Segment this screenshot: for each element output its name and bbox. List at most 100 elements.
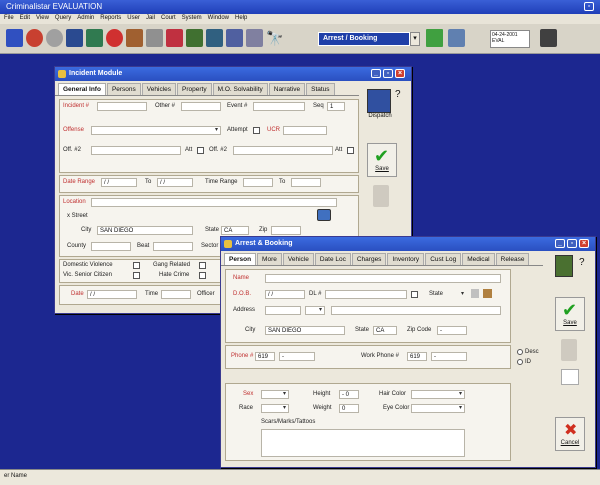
map-lookup-icon[interactable] bbox=[317, 209, 331, 221]
tab-inventory[interactable]: Inventory bbox=[387, 253, 425, 265]
close-icon[interactable]: × bbox=[395, 69, 405, 78]
address-dir-dropdown-icon[interactable]: ▾ bbox=[317, 307, 324, 314]
fingerprint-icon[interactable] bbox=[483, 289, 492, 298]
arrest-maximize-icon[interactable]: ▫ bbox=[567, 239, 577, 248]
arrest-zip-field[interactable]: - bbox=[437, 326, 467, 335]
date-to-field[interactable]: / / bbox=[157, 178, 193, 187]
time-to-field[interactable] bbox=[291, 178, 321, 187]
module-dropdown-icon[interactable]: ▾ bbox=[410, 32, 420, 46]
scars-field[interactable] bbox=[261, 429, 465, 457]
hair-dropdown-icon[interactable]: ▾ bbox=[457, 391, 464, 398]
tab-m-o-solvability[interactable]: M.O. Solvability bbox=[212, 83, 268, 95]
name-field[interactable] bbox=[265, 274, 501, 283]
gang-related-checkbox[interactable] bbox=[199, 262, 206, 269]
dispatch-icon[interactable] bbox=[367, 89, 391, 113]
address-number-field[interactable] bbox=[265, 306, 301, 315]
sex-dropdown-icon[interactable]: ▾ bbox=[281, 391, 288, 398]
arrest-help-icon[interactable]: ? bbox=[579, 257, 585, 268]
incident-save-button[interactable]: ✔ Save bbox=[367, 143, 397, 177]
race-dropdown-icon[interactable]: ▾ bbox=[281, 405, 288, 412]
phone-number-field[interactable]: - bbox=[279, 352, 315, 361]
offense-dropdown-icon[interactable]: ▾ bbox=[213, 127, 220, 134]
menu-item-query[interactable]: Query bbox=[55, 15, 71, 23]
att-checkbox[interactable] bbox=[197, 147, 204, 154]
time-from-field[interactable] bbox=[243, 178, 273, 187]
arrest-state-field[interactable]: CA bbox=[373, 326, 397, 335]
seq-field[interactable]: 1 bbox=[327, 102, 345, 111]
date-from-field[interactable]: / / bbox=[101, 178, 137, 187]
offense-field[interactable] bbox=[91, 126, 221, 135]
domestic-violence-checkbox[interactable] bbox=[133, 262, 140, 269]
att-2-checkbox[interactable] bbox=[347, 147, 354, 154]
height-field[interactable]: - 0 bbox=[339, 390, 359, 399]
tab-vehicles[interactable]: Vehicles bbox=[141, 83, 177, 95]
id-card-icon[interactable] bbox=[471, 289, 479, 298]
car-icon[interactable] bbox=[166, 29, 183, 47]
hate-crime-checkbox[interactable] bbox=[199, 272, 206, 279]
tab-charges[interactable]: Charges bbox=[351, 253, 387, 265]
person-icon[interactable] bbox=[26, 29, 43, 47]
id-radio[interactable] bbox=[517, 359, 523, 365]
menu-item-reports[interactable]: Reports bbox=[100, 15, 121, 23]
menu-item-help[interactable]: Help bbox=[235, 15, 247, 23]
maximize-icon[interactable]: ▫ bbox=[383, 69, 393, 78]
gavel-icon[interactable] bbox=[126, 29, 143, 47]
network-icon[interactable] bbox=[448, 29, 465, 47]
binoculars-icon[interactable]: 🔭 bbox=[266, 29, 283, 47]
menu-item-file[interactable]: File bbox=[4, 15, 14, 23]
people-icon[interactable] bbox=[6, 29, 23, 47]
calendar-icon[interactable] bbox=[426, 29, 443, 47]
dl-field[interactable] bbox=[325, 290, 407, 299]
help-icon[interactable]: ? bbox=[395, 89, 401, 100]
handcuffs-icon[interactable] bbox=[46, 29, 63, 47]
report-time-field[interactable] bbox=[161, 290, 191, 299]
attempt-checkbox[interactable] bbox=[253, 127, 260, 134]
tab-cust-log[interactable]: Cust Log bbox=[425, 253, 462, 265]
tab-release[interactable]: Release bbox=[495, 253, 530, 265]
dl-state-dropdown-icon[interactable]: ▾ bbox=[459, 291, 466, 298]
senior-citizen-checkbox[interactable] bbox=[133, 272, 140, 279]
menu-item-window[interactable]: Window bbox=[208, 15, 229, 23]
ucr-field[interactable] bbox=[283, 126, 327, 135]
menu-item-user[interactable]: User bbox=[127, 15, 140, 23]
arrest-cancel-button[interactable]: ✖ Cancel bbox=[555, 417, 585, 451]
tab-narrative[interactable]: Narrative bbox=[268, 83, 306, 95]
menu-item-edit[interactable]: Edit bbox=[20, 15, 30, 23]
app-close-icon[interactable]: ▫ bbox=[584, 2, 594, 11]
eye-dropdown-icon[interactable]: ▾ bbox=[457, 405, 464, 412]
tab-general-info[interactable]: General Info bbox=[58, 83, 106, 95]
menu-item-admin[interactable]: Admin bbox=[77, 15, 94, 23]
tab-more[interactable]: More bbox=[257, 253, 282, 265]
arrest-city-field[interactable]: SAN DIEGO bbox=[265, 326, 345, 335]
document-icon[interactable] bbox=[561, 369, 579, 385]
tab-date-loc[interactable]: Date Loc bbox=[314, 253, 351, 265]
tab-vehicle[interactable]: Vehicle bbox=[282, 253, 314, 265]
arrest-trash-icon[interactable] bbox=[561, 339, 577, 361]
work-phone-number-field[interactable]: - bbox=[431, 352, 467, 361]
badge-icon[interactable] bbox=[106, 29, 123, 47]
tab-status[interactable]: Status bbox=[306, 83, 335, 95]
arrest-minimize-icon[interactable]: _ bbox=[555, 239, 565, 248]
schedule-icon[interactable] bbox=[540, 29, 557, 47]
county-field[interactable] bbox=[91, 242, 131, 251]
city-field[interactable]: SAN DIEGO bbox=[97, 226, 193, 235]
menu-item-view[interactable]: View bbox=[36, 15, 49, 23]
menu-item-jail[interactable]: Jail bbox=[146, 15, 155, 23]
printer-icon[interactable] bbox=[146, 29, 163, 47]
arrest-save-button[interactable]: ✔ Save bbox=[555, 297, 585, 331]
weight-field[interactable]: 0 bbox=[339, 404, 359, 413]
tab-property[interactable]: Property bbox=[177, 83, 212, 95]
address-street-field[interactable] bbox=[331, 306, 501, 315]
mugshot-icon[interactable] bbox=[66, 29, 83, 47]
minimize-icon[interactable]: _ bbox=[371, 69, 381, 78]
desc-radio[interactable] bbox=[517, 349, 523, 355]
report-icon[interactable] bbox=[226, 29, 243, 47]
evidence-icon[interactable] bbox=[186, 29, 203, 47]
report-date-field[interactable]: / / bbox=[87, 290, 137, 299]
map-icon[interactable] bbox=[206, 29, 223, 47]
tab-person[interactable]: Person bbox=[224, 253, 257, 265]
trash-icon[interactable] bbox=[373, 185, 389, 207]
beat-field[interactable] bbox=[153, 242, 193, 251]
pin-icon[interactable] bbox=[246, 29, 263, 47]
other-number-field[interactable] bbox=[181, 102, 221, 111]
